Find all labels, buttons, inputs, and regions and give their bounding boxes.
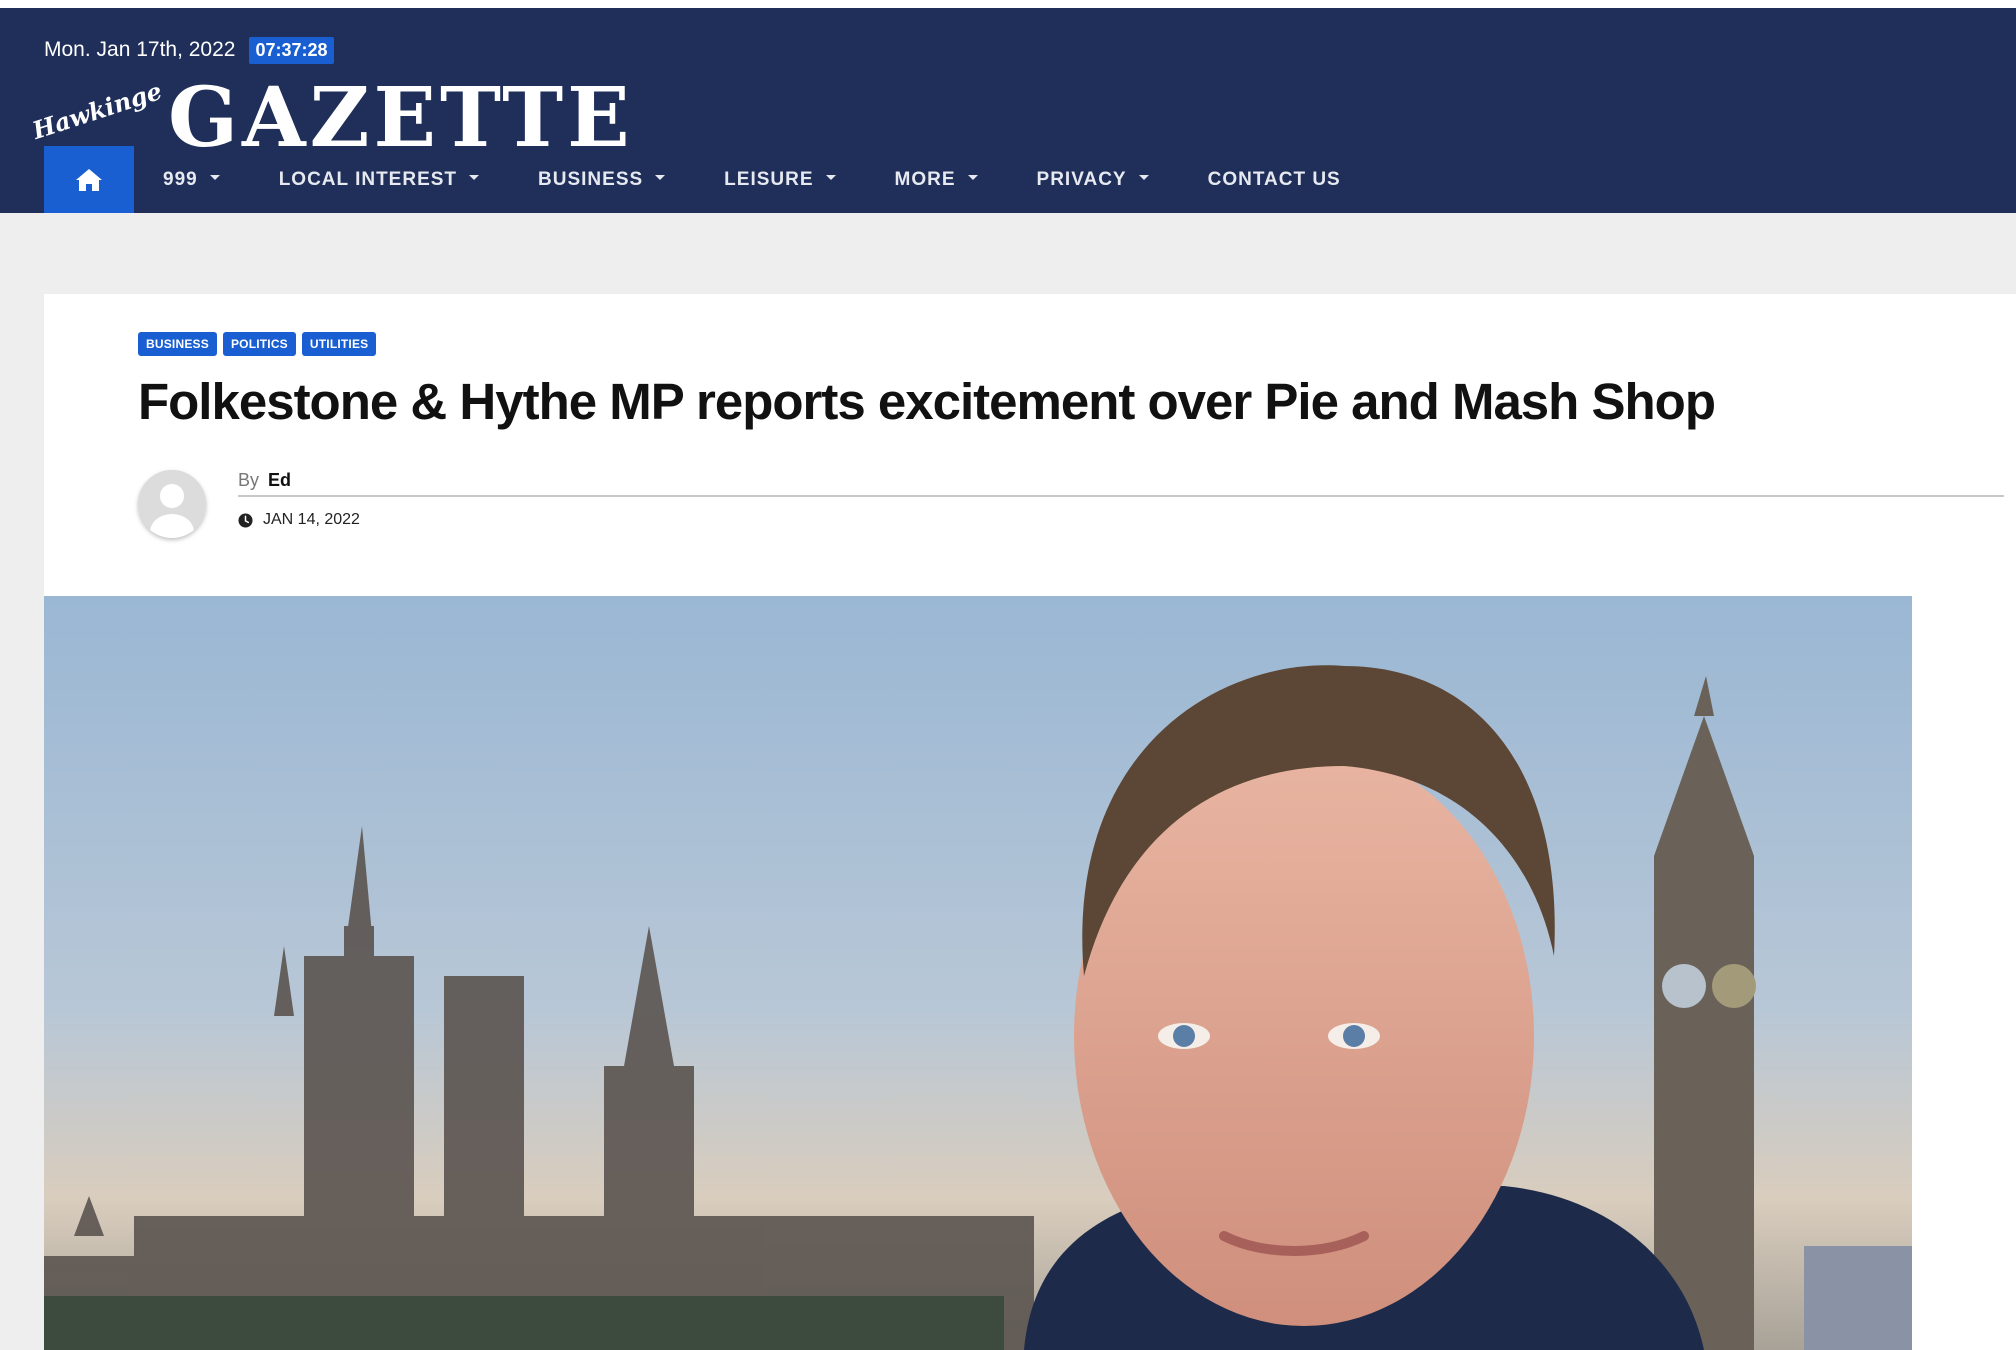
nav-item-label: LOCAL INTEREST <box>278 168 458 190</box>
nav-item-label: PRIVACY <box>1036 168 1127 190</box>
chevron-down-icon <box>655 175 666 180</box>
nav-item-business[interactable]: BUSINESS <box>538 146 666 213</box>
article-card: BUSINESS POLITICS UTILITIES Folkestone &… <box>44 294 2016 1350</box>
chevron-down-icon <box>1138 175 1149 180</box>
current-time-badge: 07:37:28 <box>249 36 334 64</box>
home-icon <box>76 168 102 191</box>
author-row: By Ed <box>238 470 2004 497</box>
nav-item-999[interactable]: 999 <box>163 146 220 213</box>
chevron-down-icon <box>967 175 978 180</box>
chevron-down-icon <box>209 175 220 180</box>
publish-date[interactable]: JAN 14, 2022 <box>263 511 360 529</box>
nav-item-label: BUSINESS <box>538 168 644 190</box>
top-strip <box>0 0 2016 8</box>
tag-utilities[interactable]: UTILITIES <box>301 332 377 356</box>
byline: By Ed JAN 14, 2022 <box>238 470 2004 529</box>
site-header: Mon. Jan 17th, 2022 07:37:28 Hawkinge GA… <box>0 8 2016 213</box>
nav-item-contact-us[interactable]: CONTACT US <box>1208 146 1341 213</box>
current-date: Mon. Jan 17th, 2022 <box>44 38 236 61</box>
date-bar: Mon. Jan 17th, 2022 07:37:28 <box>44 32 334 68</box>
tag-business[interactable]: BUSINESS <box>138 332 217 356</box>
category-tags: BUSINESS POLITICS UTILITIES <box>138 332 377 356</box>
chevron-down-icon <box>825 175 836 180</box>
logo-script-text: Hawkinge <box>28 75 166 146</box>
nav-item-leisure[interactable]: LEISURE <box>724 146 836 213</box>
user-silhouette-icon <box>138 470 206 538</box>
nav-item-label: 999 <box>163 168 198 190</box>
author-link[interactable]: Ed <box>268 470 291 490</box>
tag-politics[interactable]: POLITICS <box>222 332 296 356</box>
nav-item-local-interest[interactable]: LOCAL INTEREST <box>278 146 480 213</box>
chevron-down-icon <box>469 175 480 180</box>
clock-icon <box>238 512 253 528</box>
nav-item-label: LEISURE <box>724 168 814 190</box>
user-avatar[interactable] <box>138 470 206 538</box>
by-label: By <box>238 470 260 490</box>
featured-image <box>44 596 1912 1350</box>
nav-home-button[interactable] <box>44 146 134 213</box>
main-nav: 999 LOCAL INTEREST BUSINESS LEISURE MORE… <box>44 146 1371 213</box>
publish-date-row: JAN 14, 2022 <box>238 511 2004 529</box>
nav-item-label: MORE <box>894 168 956 190</box>
nav-item-more[interactable]: MORE <box>895 146 978 213</box>
article-title: Folkestone & Hythe MP reports excitement… <box>138 373 1716 430</box>
nav-item-label: CONTACT US <box>1207 168 1341 190</box>
nav-item-privacy[interactable]: PRIVACY <box>1037 146 1149 213</box>
